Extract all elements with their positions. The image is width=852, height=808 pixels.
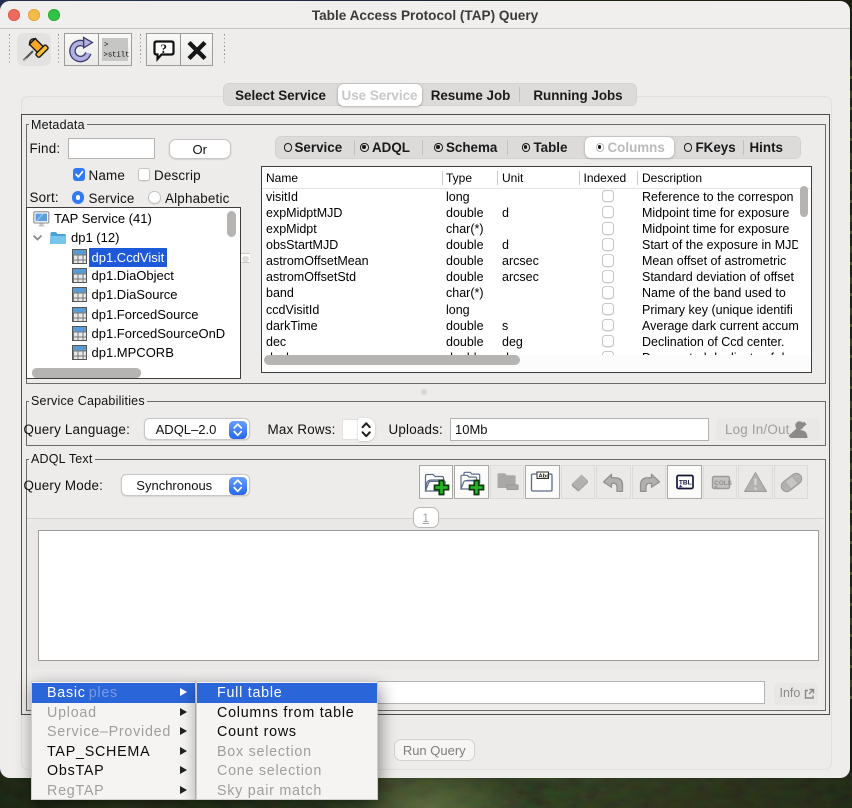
svg-text:>stilts: >stilts [104,52,131,60]
svg-text:>: > [104,42,108,50]
svg-text:Abc: Abc [539,473,551,479]
svg-text:COLS: COLS [714,480,732,487]
svg-text:?: ? [160,41,167,56]
